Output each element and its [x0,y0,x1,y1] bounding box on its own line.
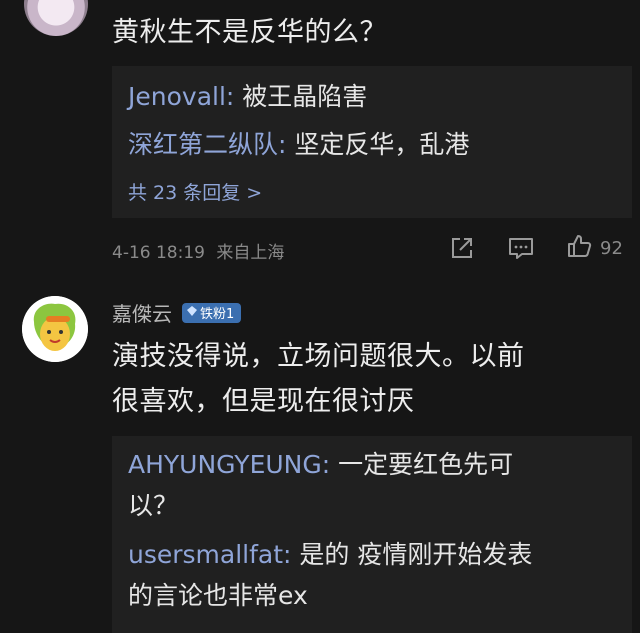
reply-item: usersmallfat: 是的 疫情刚开始发表 的言论也非常ex [128,534,628,616]
reply-text: 的言论也非常ex [128,581,308,610]
reply-box[interactable]: Jenovall: 被王晶陷害 深红第二纵队: 坚定反华，乱港 共 23 条回复… [112,66,632,218]
avatar[interactable] [22,296,88,362]
comment-text: 黄秋生不是反华的么？ [112,17,387,48]
reply-username[interactable]: AHYUNGYEUNG [128,450,322,479]
avatar[interactable] [24,0,88,36]
share-icon[interactable] [449,235,475,261]
diamond-icon [187,305,197,320]
more-replies-link[interactable]: 共 23 条回复 > [128,178,262,205]
reply-text: 被王晶陷害 [242,82,368,111]
comment-text-line: 演技没得说，立场问题很大。以前 [112,341,525,372]
comment-text-line: 很喜欢，但是现在很讨厌 [112,386,415,417]
username[interactable]: 嘉傑云 [112,298,172,327]
reply-item: AHYUNGYEUNG: 一定要红色先可 以？ [128,444,628,526]
reply-username[interactable]: Jenovall [128,82,226,111]
user-header: 嘉傑云 铁粉1 [112,298,242,327]
comment-location: 来自上海 [216,243,285,263]
comment-meta: 4-16 18:19 来自上海 [112,238,284,263]
like-button[interactable]: 92 [566,234,636,262]
reply-username[interactable]: usersmallfat [128,540,283,569]
comment-date: 4-16 18:19 [112,243,205,263]
fan-badge: 铁粉1 [182,302,242,323]
reply-text: 以？ [128,491,179,520]
reply-text: 是的 疫情刚开始发表 [299,540,533,569]
reply-text: 一定要红色先可 [338,450,514,479]
reply-item: Jenovall: 被王晶陷害 [128,82,368,111]
reply-item: 深红第二纵队: 坚定反华，乱港 [128,130,470,159]
reply-box[interactable]: AHYUNGYEUNG: 一定要红色先可 以？ usersmallfat: 是的… [112,436,632,633]
reply-username[interactable]: 深红第二纵队 [128,130,278,159]
comment-text: 演技没得说，立场问题很大。以前 很喜欢，但是现在很讨厌 [112,336,525,422]
like-count: 92 [600,237,623,259]
thumbs-up-icon [566,233,592,263]
comment-icon[interactable] [507,235,535,261]
badge-label: 铁粉1 [200,307,235,322]
reply-text: 坚定反华，乱港 [294,130,470,159]
